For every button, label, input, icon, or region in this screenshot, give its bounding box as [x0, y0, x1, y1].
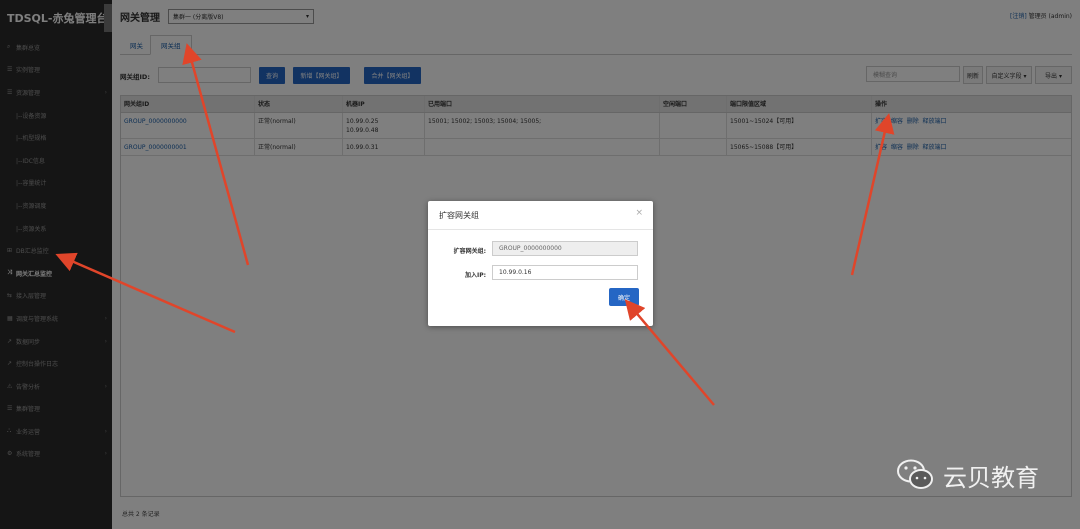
group-field: GROUP_0000000000: [492, 241, 638, 256]
close-icon[interactable]: ×: [635, 208, 643, 218]
dialog-divider: [428, 229, 653, 230]
confirm-button[interactable]: 确定: [610, 289, 638, 305]
watermark: 云贝教育: [895, 457, 1039, 493]
dialog-title: 扩容网关组: [439, 211, 479, 220]
ip-input[interactable]: 10.99.0.16: [492, 265, 638, 280]
group-label: 扩容网关组:: [453, 248, 486, 255]
wechat-icon: [897, 459, 933, 489]
watermark-text: 云贝教育: [943, 463, 1039, 492]
ip-label: 加入IP:: [464, 272, 486, 279]
expand-gateway-group-dialog: 扩容网关组 × 扩容网关组: GROUP_0000000000 加入IP: 10…: [428, 201, 653, 326]
